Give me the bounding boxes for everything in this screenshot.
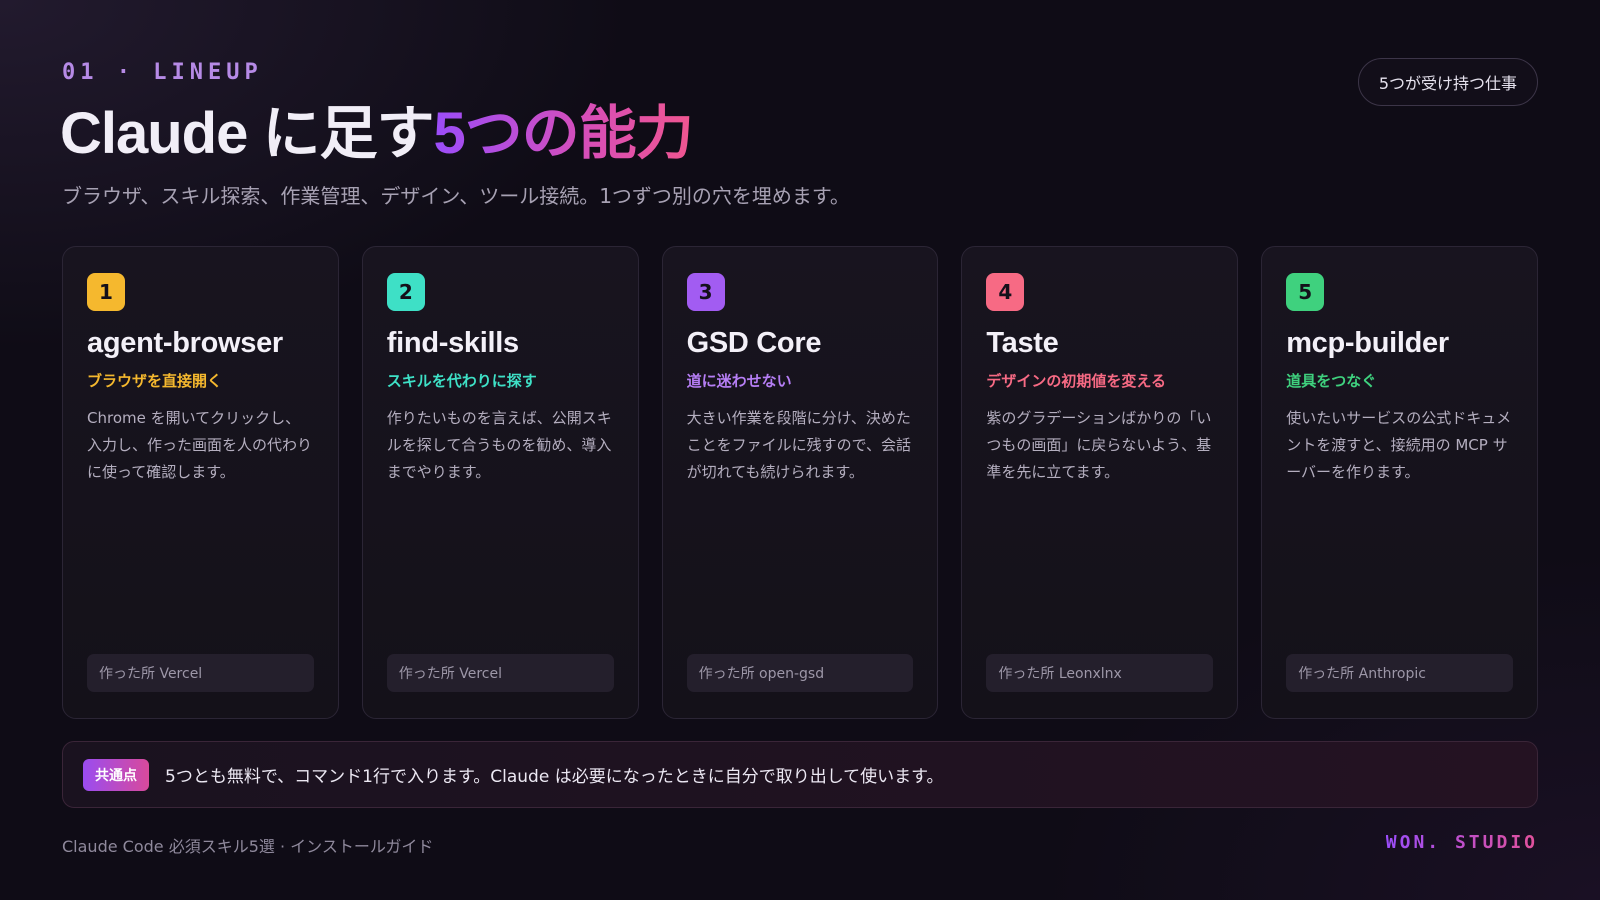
page-title-plain: Claude に足す — [60, 101, 434, 166]
card-maker: 作った所 Leonxlnx — [986, 654, 1214, 692]
page-title-accent: 5つの能力 — [433, 101, 694, 166]
skill-card-gsd-core: 3 GSD Core 道に迷わせない 大きい作業を段階に分け、決めたことをファイ… — [661, 246, 939, 719]
card-number-badge: 2 — [386, 273, 425, 311]
card-description: 作りたいものを言えば、公開スキルを探して合うものを勧め、導入までやります。 — [386, 409, 612, 481]
card-maker: 作った所 Anthropic — [1286, 654, 1513, 692]
card-number-badge: 1 — [87, 273, 125, 311]
card-tagline: デザインの初期値を変える — [986, 372, 1166, 390]
page-title: Claude に足す5つの能力 — [60, 100, 694, 168]
card-number-badge: 3 — [686, 273, 725, 311]
role-pill: 5つが受け持つ仕事 — [1357, 58, 1538, 106]
card-title: Taste — [986, 327, 1059, 359]
common-point-banner: 共通点 5つとも無料で、コマンド1行で入ります。Claude は必要になったとき… — [62, 741, 1538, 808]
card-title: mcp-builder — [1286, 327, 1449, 359]
card-maker: 作った所 open-gsd — [686, 654, 914, 692]
card-description: Chrome を開いてクリックし、入力し、作った画面を人の代わりに使って確認しま… — [87, 409, 313, 481]
card-title: agent-browser — [87, 327, 283, 359]
skill-card-agent-browser: 1 agent-browser ブラウザを直接開く Chrome を開いてクリッ… — [62, 246, 339, 719]
card-tagline: スキルを代わりに探す — [386, 372, 537, 390]
card-description: 大きい作業を段階に分け、決めたことをファイルに残すので、会話が切れても続けられま… — [686, 409, 911, 481]
card-number-badge: 4 — [986, 273, 1025, 311]
eyebrow-label: 01 · LINEUP — [62, 60, 263, 85]
footer-caption: Claude Code 必須スキル5選 · インストールガイド — [62, 837, 434, 856]
card-tagline: 道具をつなぐ — [1286, 372, 1377, 390]
card-description: 使いたいサービスの公式ドキュメントを渡すと、接続用の MCP サーバーを作ります… — [1286, 409, 1512, 481]
brand-logo-text: WON. STUDIO — [1385, 832, 1538, 853]
card-tagline: ブラウザを直接開く — [87, 372, 223, 390]
common-point-text: 5つとも無料で、コマンド1行で入ります。Claude は必要になったときに自分で… — [165, 767, 944, 787]
page-subtitle: ブラウザ、スキル探索、作業管理、デザイン、ツール接続。1つずつ別の穴を埋めます。 — [62, 184, 850, 208]
card-tagline: 道に迷わせない — [686, 372, 792, 390]
card-maker: 作った所 Vercel — [87, 654, 314, 692]
card-title: find-skills — [386, 327, 519, 359]
skill-card-taste: 4 Taste デザインの初期値を変える 紫のグラデーションばかりの「いつもの画… — [961, 246, 1239, 719]
common-point-badge: 共通点 — [83, 758, 149, 791]
card-title: GSD Core — [686, 327, 822, 359]
skill-card-list: 1 agent-browser ブラウザを直接開く Chrome を開いてクリッ… — [62, 246, 1538, 719]
card-maker: 作った所 Vercel — [386, 654, 614, 692]
card-number-badge: 5 — [1286, 273, 1325, 311]
card-description: 紫のグラデーションばかりの「いつもの画面」に戻らないよう、基準を先に立てます。 — [986, 409, 1212, 481]
skill-card-mcp-builder: 5 mcp-builder 道具をつなぐ 使いたいサービスの公式ドキュメントを渡… — [1261, 246, 1538, 719]
skill-card-find-skills: 2 find-skills スキルを代わりに探す 作りたいものを言えば、公開スキ… — [361, 246, 639, 719]
